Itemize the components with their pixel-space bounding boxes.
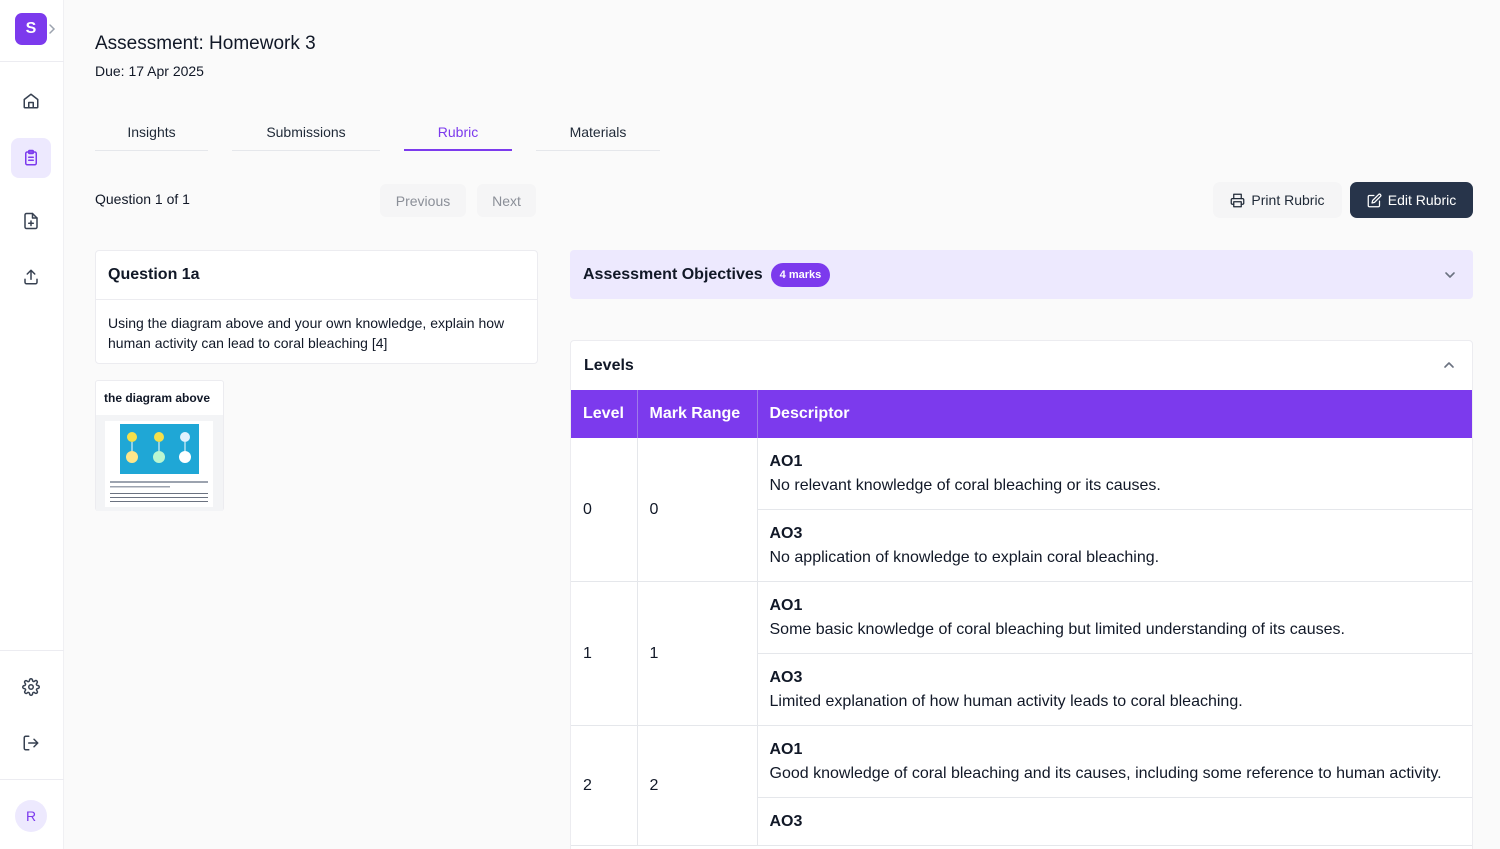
descriptor-text: Limited explanation of how human activit… [769, 693, 1243, 710]
level-cell: 2 [571, 725, 638, 846]
sidebar-divider [0, 779, 64, 780]
descriptor-item: AO3 No application of knowledge to expla… [758, 510, 1473, 581]
objectives-title: Assessment Objectives [583, 265, 763, 283]
descriptor-item: AO3 [758, 798, 1473, 845]
descriptor-cell: AO1 No relevant knowledge of coral bleac… [757, 438, 1472, 582]
descriptor-code: AO3 [769, 525, 803, 542]
gear-icon [22, 678, 40, 696]
levels-title: Levels [584, 356, 634, 374]
file-plus-icon [24, 212, 38, 230]
level-cell: 1 [571, 581, 638, 726]
descriptor-item: AO1 Some basic knowledge of coral bleach… [757, 582, 1472, 654]
levels-header[interactable]: Levels [571, 341, 1472, 390]
descriptor-cell: AO1 Good knowledge of coral bleaching an… [757, 725, 1473, 846]
mark-range-cell: 2 [637, 725, 758, 846]
tab-insights[interactable]: Insights [95, 114, 208, 151]
home-icon [23, 93, 39, 109]
descriptor-text: Good knowledge of coral bleaching and it… [769, 765, 1442, 782]
chevron-right-icon[interactable] [47, 21, 57, 37]
printer-icon [1231, 193, 1245, 207]
clipboard-icon [25, 149, 37, 166]
sidebar-item-new-file[interactable] [11, 201, 51, 241]
logout-icon [23, 735, 39, 751]
level-cell: 0 [571, 438, 638, 582]
avatar[interactable]: R [15, 800, 47, 832]
column-header-level: Level [571, 390, 638, 438]
table-row: 0 0 AO1 No relevant knowledge of coral b… [571, 438, 1472, 582]
page-title: Assessment: Homework 3 [95, 33, 316, 54]
edit-rubric-label: Edit Rubric [1387, 192, 1457, 208]
descriptor-code: AO3 [769, 813, 803, 830]
attachment-label: the diagram above [104, 391, 211, 405]
tab-materials[interactable]: Materials [536, 114, 660, 151]
question-counter: Question 1 of 1 [95, 191, 190, 207]
column-header-mark-range: Mark Range [637, 390, 758, 438]
sidebar-item-assessments[interactable] [11, 138, 51, 178]
upload-icon [24, 269, 38, 285]
next-button[interactable]: Next [477, 184, 536, 217]
question-text: Using the diagram above and your own kno… [108, 315, 505, 351]
sidebar-item-upload[interactable] [11, 257, 51, 297]
descriptor-text: Some basic knowledge of coral bleaching … [769, 621, 1345, 638]
print-rubric-label: Print Rubric [1251, 192, 1325, 208]
descriptor-item: AO3 Limited explanation of how human act… [758, 654, 1473, 725]
diagram-attachment[interactable]: the diagram above [95, 380, 224, 511]
sidebar-item-home[interactable] [11, 81, 51, 121]
sidebar: S R [0, 0, 64, 849]
tab-rubric[interactable]: Rubric [404, 114, 512, 151]
descriptor-text: No relevant knowledge of coral bleaching… [769, 477, 1161, 494]
mark-range-cell: 0 [637, 438, 758, 582]
sidebar-divider [0, 61, 64, 62]
descriptor-item: AO1 No relevant knowledge of coral bleac… [757, 438, 1472, 510]
due-date: Due: 17 Apr 2025 [95, 63, 204, 79]
levels-table: Level Mark Range Descriptor 0 0 AO1 No r… [571, 390, 1472, 846]
table-row: 1 1 AO1 Some basic knowledge of coral bl… [571, 581, 1473, 726]
chevron-up-icon[interactable] [1442, 358, 1456, 372]
chevron-down-icon[interactable] [1443, 268, 1457, 282]
table-header-row: Level Mark Range Descriptor [571, 390, 1472, 438]
table-row: 2 2 AO1 Good knowledge of coral bleachin… [571, 725, 1473, 846]
previous-button[interactable]: Previous [380, 184, 466, 217]
sidebar-item-logout[interactable] [11, 723, 51, 763]
descriptor-code: AO1 [769, 453, 803, 470]
print-rubric-button[interactable]: Print Rubric [1213, 182, 1342, 218]
diagram-thumbnail[interactable] [96, 415, 223, 511]
descriptor-code: AO1 [769, 741, 803, 758]
sidebar-item-settings[interactable] [11, 667, 51, 707]
marks-badge: 4 marks [770, 262, 831, 287]
descriptor-code: AO1 [769, 597, 803, 614]
question-title: Question 1a [96, 251, 537, 300]
descriptor-code: AO3 [769, 669, 803, 686]
tab-submissions[interactable]: Submissions [232, 114, 380, 151]
question-card: Question 1a Using the diagram above and … [95, 250, 538, 364]
assessment-objectives-panel[interactable]: Assessment Objectives 4 marks [570, 250, 1473, 299]
edit-icon [1367, 193, 1382, 207]
descriptor-item: AO1 Good knowledge of coral bleaching an… [757, 726, 1472, 798]
descriptor-cell: AO1 Some basic knowledge of coral bleach… [757, 581, 1473, 726]
edit-rubric-button[interactable]: Edit Rubric [1350, 182, 1473, 218]
descriptor-text: No application of knowledge to explain c… [769, 549, 1160, 566]
app-logo[interactable]: S [15, 13, 47, 45]
sidebar-divider [0, 650, 64, 651]
levels-panel: Levels Level Mark Range Descriptor 0 0 A… [570, 340, 1473, 849]
coral-diagram-image [110, 424, 208, 502]
mark-range-cell: 1 [637, 581, 758, 726]
column-header-descriptor: Descriptor [757, 390, 1472, 438]
